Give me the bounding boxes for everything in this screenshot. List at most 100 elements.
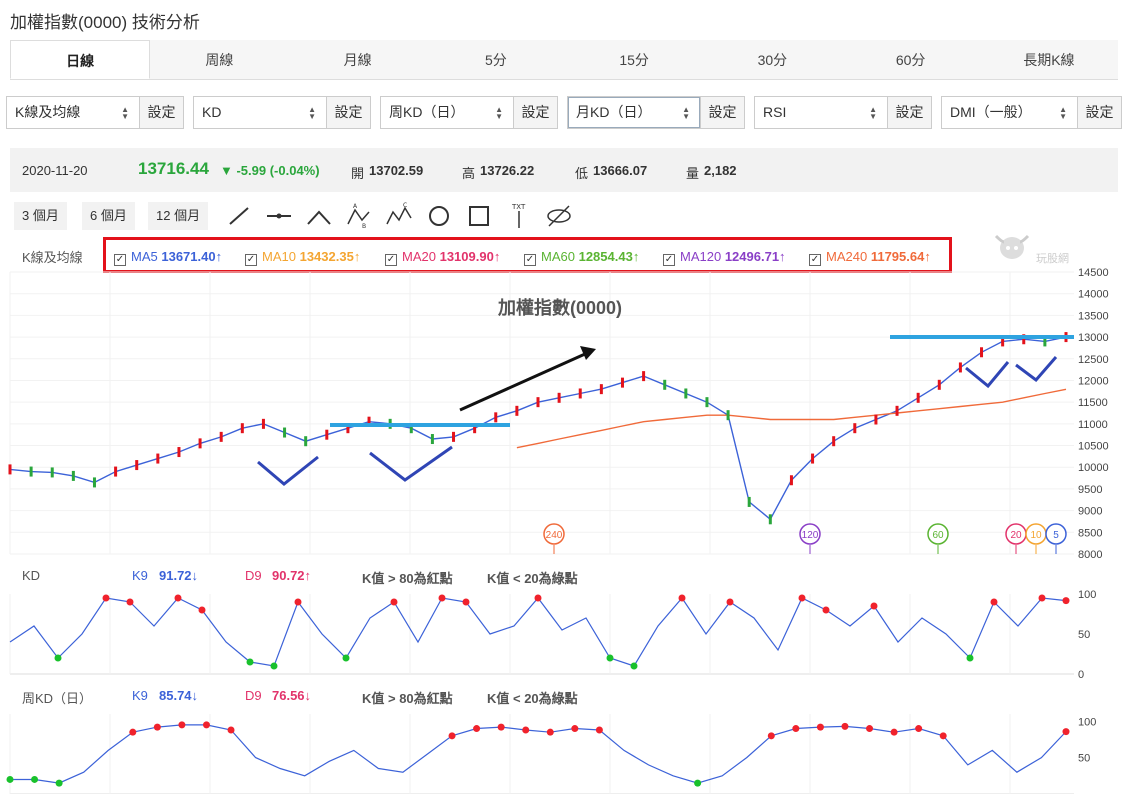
red-dot [939,732,947,740]
period-tabs: 日線 周線 月線 5分 15分 30分 60分 長期K線 [10,40,1118,80]
series-line [516,388,1067,449]
y-tick-label: 12000 [1078,375,1109,387]
text-tool-icon[interactable]: TXT [504,202,534,230]
hide-icon[interactable] [544,202,574,230]
indicator-3-select[interactable]: 周KD（日） ▲ ▼ [381,97,513,128]
ma-marker [927,523,949,545]
range-6m-button[interactable]: 6 個月 [82,202,135,230]
select-arrow-icon: ▲ ▼ [121,105,129,121]
circle-tool-icon[interactable] [424,202,454,230]
tab-weekly[interactable]: 周線 [150,40,288,79]
green-dot [342,654,350,662]
candle [895,405,899,416]
indicator-6-select[interactable]: DMI（一般） ▲ ▼ [942,97,1077,128]
settings-button[interactable]: 設定 [139,97,183,128]
abc-pattern-icon[interactable]: AB [344,202,374,230]
green-dot [270,662,278,670]
ma-marker-label: 240 [546,530,563,541]
red-dot [767,732,775,740]
ma20-toggle[interactable]: ✓ MA20 13109.90↑ [385,249,500,266]
settings-button[interactable]: 設定 [887,97,931,128]
candle [515,405,519,416]
k9-value: 91.72↓ [159,568,199,583]
d9-value: 76.56↓ [272,688,312,703]
high-value: 13726.22 [480,163,535,178]
tab-long-term[interactable]: 長期K線 [980,40,1118,79]
candle [367,416,371,427]
ma60-toggle[interactable]: ✓ MA60 12854.43↑ [524,249,639,266]
candle [452,431,456,442]
rectangle-tool-icon[interactable] [464,202,494,230]
indicator-2-select[interactable]: KD ▲ ▼ [194,97,326,128]
kd-note-green: K值 < 20為綠點 [487,691,578,706]
range-3m-button[interactable]: 3 個月 [14,202,67,230]
green-dot [606,654,614,662]
select-arrow-icon: ▲ ▼ [308,105,316,121]
k-line [10,724,1067,784]
kd-note-red: K值 > 80為紅點 [362,691,453,706]
y-tick-label: 50 [1078,753,1090,765]
tab-30min[interactable]: 30分 [703,40,841,79]
range-12m-button[interactable]: 12 個月 [148,202,209,230]
candle [789,475,793,486]
red-dot [126,598,134,606]
candle [599,384,603,395]
candle [388,418,392,429]
y-tick-label: 11500 [1078,397,1108,409]
tab-15min[interactable]: 15分 [565,40,703,79]
ma-value: 12496.71↑ [724,249,786,264]
v-mark [1015,356,1058,383]
angle-icon[interactable] [304,202,334,230]
tab-60min[interactable]: 60分 [842,40,980,79]
settings-button[interactable]: 設定 [326,97,370,128]
select-arrow-icon: ▲ ▼ [495,105,503,121]
candle [304,436,308,447]
y-tick-label: 13000 [1078,332,1109,344]
checkbox-icon: ✓ [663,254,675,266]
settings-button[interactable]: 設定 [513,97,557,128]
ma120-toggle[interactable]: ✓ MA120 12496.71↑ [663,249,786,266]
low-value: 13666.07 [593,163,648,178]
candle [726,410,730,421]
red-dot [870,602,878,610]
indicator-5-select[interactable]: RSI ▲ ▼ [755,97,887,128]
candle [916,392,920,403]
ma-marker-label: 5 [1053,530,1059,541]
tab-5min[interactable]: 5分 [427,40,565,79]
y-tick-label: 13500 [1078,310,1109,322]
kd-note-red: K值 > 80為紅點 [362,571,453,586]
ma10-toggle[interactable]: ✓ MA10 13432.35↑ [245,249,360,266]
ma5-toggle[interactable]: ✓ MA5 13671.40↑ [114,249,222,266]
ma240-toggle[interactable]: ✓ MA240 11795.64↑ [809,249,931,266]
red-dot [822,606,830,614]
ma-marker-label: 120 [802,530,819,541]
red-dot [816,723,824,731]
red-dot [497,723,505,731]
horizontal-line-icon[interactable] [264,202,294,230]
ma-marker-label: 20 [1010,530,1022,541]
ma-value: 11795.64↑ [870,249,931,264]
red-dot [534,594,542,602]
checkbox-icon: ✓ [114,254,126,266]
green-dot [966,654,974,662]
abcd-pattern-icon[interactable]: C [384,202,414,230]
settings-button[interactable]: 設定 [700,97,744,128]
candle [494,412,498,423]
settings-button[interactable]: 設定 [1077,97,1121,128]
line-tool-icon[interactable] [224,202,254,230]
candle [557,392,561,403]
tab-monthly[interactable]: 月線 [289,40,427,79]
red-dot [202,721,210,729]
candle [747,496,751,507]
candle [261,418,265,429]
quote-date: 2020-11-20 [22,163,88,178]
candle [114,466,118,477]
red-dot [990,598,998,606]
red-dot [294,598,302,606]
main-indicator-select[interactable]: K線及均線 ▲ ▼ [7,97,139,128]
indicator-4-select[interactable]: 月KD（日） ▲ ▼ [568,97,700,128]
tab-daily[interactable]: 日線 [10,40,151,79]
bull-logo-icon [994,234,1030,259]
volume-label: 量 [686,166,700,181]
k9-label: K9 [132,688,148,703]
